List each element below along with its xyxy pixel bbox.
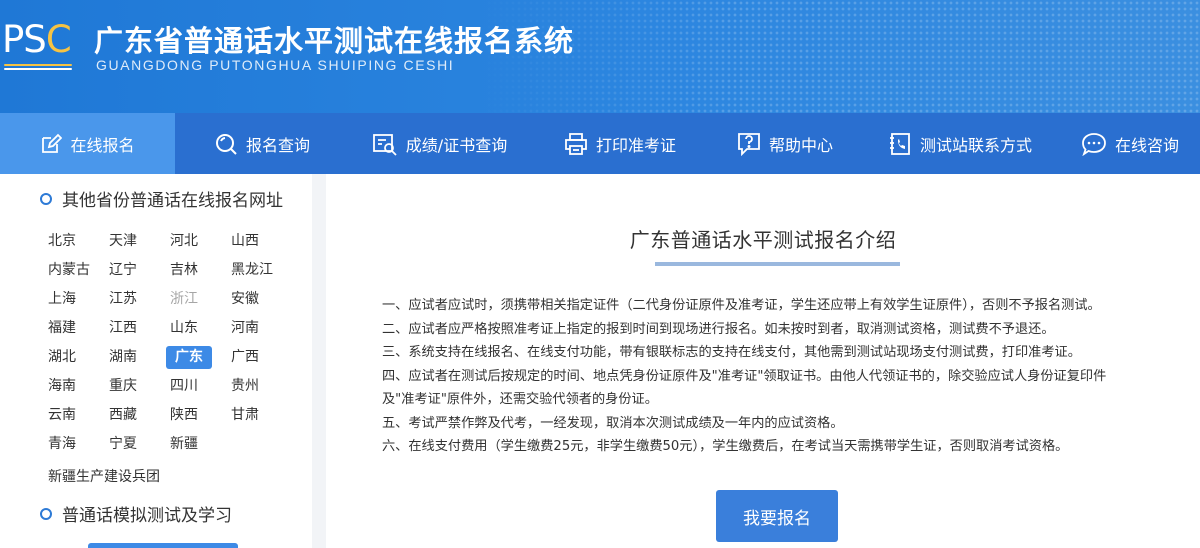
province-link[interactable]: 陕西 <box>166 404 227 427</box>
edit-icon <box>42 133 63 153</box>
practice-button-partial[interactable] <box>88 543 238 548</box>
province-link[interactable]: 广西 <box>227 346 288 369</box>
province-link[interactable]: 宁夏 <box>105 433 166 456</box>
chat-icon <box>1082 132 1106 156</box>
province-link[interactable]: 河北 <box>166 230 227 253</box>
province-link[interactable]: 青海 <box>44 433 105 456</box>
province-link[interactable]: 重庆 <box>105 375 166 398</box>
rule-item: 三、系统支持在线报名、在线支付功能，带有银联标志的支持在线支付，其他需到测试站现… <box>382 345 1081 360</box>
rule-item: 四、应试者在测试后按规定的时间、地点凭身份证原件及"准考证"领取证书。由他人代领… <box>382 368 1107 384</box>
province-link[interactable]: 河南 <box>227 317 288 340</box>
province-link[interactable]: 山西 <box>227 230 288 253</box>
province-link-bingtuan[interactable]: 新疆生产建设兵团 <box>48 466 160 486</box>
nav-item-score-certificate-query[interactable]: 成绩/证书查询 <box>349 113 530 174</box>
province-link[interactable]: 北京 <box>44 230 105 253</box>
province-link[interactable]: 贵州 <box>227 375 288 398</box>
province-link-active[interactable]: 广东 <box>166 346 212 369</box>
site-header: PSC 广东省普通话水平测试在线报名系统 GUANGDONG PUTONGHUA… <box>0 0 1200 113</box>
nav-item-label: 在线咨询 <box>1114 135 1179 155</box>
intro-card: 广东普通话水平测试报名介绍 一、应试者应试时，须携带相关指定证件（二代身份证原件… <box>326 174 1200 548</box>
phone-book-icon <box>889 132 910 155</box>
rule-item: 二、应试者应严格按照准考证上指定的报到时间到现场进行报名。如未按时到者，取消测试… <box>382 321 1055 337</box>
search-icon <box>215 133 237 155</box>
province-link[interactable]: 湖南 <box>105 346 166 369</box>
intro-title: 广东普通话水平测试报名介绍 <box>629 228 897 252</box>
province-link[interactable]: 甘肃 <box>227 404 288 427</box>
province-link[interactable]: 海南 <box>44 375 105 398</box>
province-link[interactable]: 天津 <box>105 230 166 253</box>
nav-item-registration-query[interactable]: 报名查询 <box>175 113 349 174</box>
logo-underline-bars <box>4 64 72 72</box>
nav-item-label: 帮助中心 <box>768 135 833 155</box>
rules-list: 一、应试者应试时，须携带相关指定证件（二代身份证原件及准考证，学生还应带上有效学… <box>382 294 1194 459</box>
practice-heading-text: 普通话模拟测试及学习 <box>62 506 232 526</box>
province-link[interactable]: 上海 <box>44 288 105 311</box>
site-title: 广东省普通话水平测试在线报名系统 <box>94 24 575 58</box>
nav-item-print-admission-ticket[interactable]: 打印准考证 <box>530 113 710 174</box>
title-underline <box>655 262 900 266</box>
province-link[interactable]: 西藏 <box>105 404 166 427</box>
nav-item-label: 报名查询 <box>245 135 310 155</box>
printer-icon <box>565 132 587 155</box>
help-icon <box>738 132 760 156</box>
rule-item: 六、在线支付费用（学生缴费25元，非学生缴费50元），学生缴费后，在考试当天需携… <box>382 439 1069 454</box>
nav-item-online-consult[interactable]: 在线咨询 <box>1060 113 1200 174</box>
practice-heading: 普通话模拟测试及学习 <box>40 501 232 526</box>
province-link[interactable]: 黑龙江 <box>227 259 288 282</box>
provinces-heading: 其他省份普通话在线报名网址 <box>40 186 283 211</box>
province-link[interactable]: 江苏 <box>105 288 166 311</box>
rule-item: 及"准考证"原件外，还需交验代领者的身份证。 <box>382 392 658 407</box>
register-button[interactable]: 我要报名 <box>716 490 838 542</box>
rule-item: 五、考试严禁作弊及代考，一经发现，取消本次测试成绩及一年内的应试资格。 <box>382 415 844 431</box>
province-link[interactable]: 云南 <box>44 404 105 427</box>
main-nav: 在线报名 报名查询 成绩/证书查询 打印准考证 帮助中心 测试站联系方式 在线咨… <box>0 113 1200 174</box>
province-link[interactable]: 内蒙古 <box>44 259 105 282</box>
nav-item-test-station-contacts[interactable]: 测试站联系方式 <box>860 113 1060 174</box>
certificate-search-icon <box>372 133 397 156</box>
province-link-disabled: 浙江 <box>170 291 198 307</box>
provinces-heading-text: 其他省份普通话在线报名网址 <box>62 191 283 211</box>
site-subtitle: GUANGDONG PUTONGHUA SHUIPING CESHI <box>96 57 455 73</box>
sidebar: 其他省份普通话在线报名网址 北京 天津 河北 山西 内蒙古 辽宁 吉林 黑龙江 … <box>0 174 312 548</box>
province-link[interactable]: 湖北 <box>44 346 105 369</box>
nav-item-help-center[interactable]: 帮助中心 <box>710 113 860 174</box>
psc-logo[interactable]: PSC <box>2 20 76 74</box>
province-link[interactable]: 吉林 <box>166 259 227 282</box>
rule-item: 一、应试者应试时，须携带相关指定证件（二代身份证原件及准考证，学生还应带上有效学… <box>382 298 1101 313</box>
nav-item-label: 成绩/证书查询 <box>405 135 508 155</box>
province-link[interactable]: 安徽 <box>227 288 288 311</box>
nav-item-label: 在线报名 <box>70 135 135 155</box>
circle-bullet-icon <box>40 507 52 520</box>
province-link[interactable]: 辽宁 <box>105 259 166 282</box>
province-link-grid: 北京 天津 河北 山西 内蒙古 辽宁 吉林 黑龙江 上海 江苏 浙江 安徽 福建… <box>44 230 284 456</box>
province-link[interactable]: 新疆 <box>166 433 227 456</box>
world-map-dots-background <box>480 0 1200 113</box>
nav-item-label: 测试站联系方式 <box>919 135 1032 155</box>
province-link[interactable]: 四川 <box>166 375 227 398</box>
nav-item-online-register[interactable]: 在线报名 <box>0 113 175 174</box>
psc-logo-text: PSC <box>2 18 72 61</box>
nav-item-label: 打印准考证 <box>595 135 676 155</box>
province-link[interactable]: 山东 <box>166 317 227 340</box>
province-link[interactable]: 福建 <box>44 317 105 340</box>
province-link[interactable]: 江西 <box>105 317 166 340</box>
circle-bullet-icon <box>40 192 52 205</box>
